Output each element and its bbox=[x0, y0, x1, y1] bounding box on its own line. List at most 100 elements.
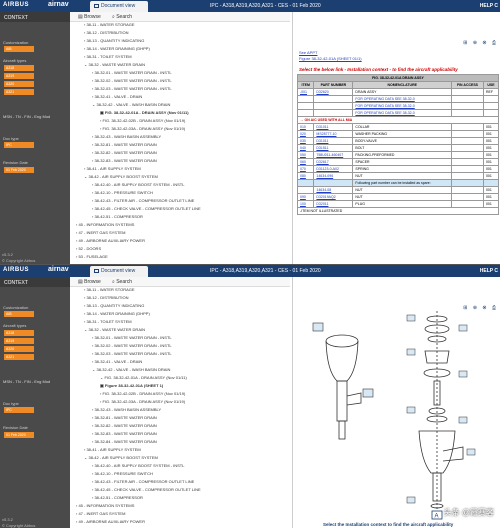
table-cell[interactable]: 100 bbox=[296, 200, 315, 208]
browse-button[interactable]: ▤ Browse bbox=[78, 279, 101, 285]
table-cell[interactable]: 090 bbox=[296, 193, 315, 201]
tree-item[interactable]: › 38-32-81 - WASTE WATER DRAIN bbox=[92, 415, 157, 420]
tree-item[interactable]: › 52 - DOORS bbox=[76, 246, 101, 251]
table-cell[interactable]: 070 bbox=[296, 165, 315, 173]
tree-item[interactable]: › 45 - INFORMATION SYSTEMS bbox=[76, 222, 134, 227]
table-cell[interactable]: -001 bbox=[296, 88, 315, 96]
tree-item[interactable]: › FIG. 38-32-42-02B - DRAIN ASSY (Nov 01… bbox=[100, 391, 185, 396]
filter-line[interactable]: MSN - TN - FIN - Eng Mod bbox=[3, 379, 50, 384]
table-cell[interactable]: 030 bbox=[296, 137, 315, 145]
tree-item[interactable]: › 38-42-43 - FILTER AIR - COMPRESSOR OUT… bbox=[92, 479, 194, 484]
table-cell[interactable]: 758U011-460407 bbox=[313, 151, 354, 159]
tree-item[interactable]: › FIG. 38-32-42-02B - DRAIN ASSY (Nov 01… bbox=[100, 118, 185, 123]
tree-item[interactable]: › 38-32-03 - WASTE WATER DRAIN - INSTL bbox=[92, 86, 172, 91]
tree-item[interactable]: › 38-32-84 - WASTE WATER DRAIN bbox=[92, 439, 157, 444]
table-cell[interactable]: D31511 bbox=[313, 144, 354, 152]
table-cell[interactable]: D32011 bbox=[313, 200, 354, 208]
tab-document-view[interactable]: Document view bbox=[90, 266, 148, 277]
help-button[interactable]: HELP C bbox=[480, 268, 498, 274]
tree-item[interactable]: ⌄ 38-32-42 - VALVE - WASH BASIN DRAIN bbox=[92, 102, 170, 107]
doc-type-value[interactable]: IPC bbox=[4, 407, 34, 413]
tree-item[interactable]: › 38-42-10 - PRESSURE SWITCH bbox=[92, 471, 153, 476]
table-cell[interactable]: 040 bbox=[296, 144, 315, 152]
tree-item[interactable]: › 38-12 - DISTRIBUTION bbox=[84, 30, 128, 35]
tree-item[interactable]: › 38-32-02 - WASTE WATER DRAIN - INSTL bbox=[92, 343, 172, 348]
tree-item[interactable]: › 38-42-45 - CHECK VALVE - COMPRESSOR OU… bbox=[92, 206, 201, 211]
tree-item[interactable]: › 53 - FUSELAGE bbox=[76, 254, 108, 259]
table-cell[interactable]: D31011 bbox=[313, 137, 354, 145]
tree-item[interactable]: › FIG. 38-32-42-03A - DRAIN ASSY (Nov 01… bbox=[100, 399, 185, 404]
doc-type-value[interactable]: IPC bbox=[4, 142, 34, 148]
tree-item[interactable]: › FIG. 38-32-42-03A - DRAIN ASSY (Nov 01… bbox=[100, 126, 185, 131]
table-cell[interactable]: 010 bbox=[296, 123, 315, 131]
table-cell[interactable]: D32019AQ2 bbox=[313, 193, 354, 201]
tree-item[interactable]: ⌄ 38-42 - AIR SUPPLY BOOST SYSTEM bbox=[84, 174, 158, 179]
tree-item[interactable]: › 38-42-51 - COMPRESSOR bbox=[92, 495, 143, 500]
tree-item[interactable]: ⌄ 38-32-42 - VALVE - WASH BASIN DRAIN bbox=[92, 367, 170, 372]
help-button[interactable]: HELP C bbox=[480, 3, 498, 9]
aircraft-type-chip[interactable]: A319 bbox=[4, 338, 34, 344]
tree-item[interactable]: › 38-32-82 - WASTE WATER DRAIN bbox=[92, 150, 157, 155]
tab-document-view[interactable]: Document view bbox=[90, 1, 148, 12]
tree-item[interactable]: ⌄ FIG. 38-32-42-01A - DRAIN ASSY (Nov 01… bbox=[100, 375, 187, 380]
tree-item[interactable]: ▣ Figure 38-32-42-01A (SHEET 1) bbox=[100, 383, 164, 388]
tree-item[interactable]: › 38-31 - TOILET SYSTEM bbox=[84, 54, 132, 59]
aircraft-type-chip[interactable]: A319 bbox=[4, 73, 34, 79]
tree-item[interactable]: › 38-32-83 - WASTE WATER DRAIN bbox=[92, 158, 157, 163]
tree-item[interactable]: › 38-32-43 - WASH BASIN ASSEMBLY bbox=[92, 134, 161, 139]
table-cell[interactable]: D31011 bbox=[313, 123, 354, 131]
search-button[interactable]: ⌕ Search bbox=[112, 14, 132, 20]
figure-link[interactable]: Figure 38-32-42-01A (SHEET 01/1) bbox=[299, 56, 362, 61]
table-cell[interactable]: D31123-0-A02 bbox=[313, 165, 354, 173]
table-cell[interactable]: MS28777-10 bbox=[313, 130, 354, 138]
table-cell[interactable]: 060 bbox=[296, 158, 315, 166]
tree-item[interactable]: ⌄ 38-32 - WASTE WATER DRAIN bbox=[84, 62, 145, 67]
filter-line[interactable]: MSN - TN - FIN - Eng Mod bbox=[3, 114, 50, 119]
tree-item[interactable]: › 38-32-02 - WASTE WATER DRAIN - INSTL bbox=[92, 78, 172, 83]
tree-item[interactable]: › 38-42-43 - FILTER AIR - COMPRESSOR OUT… bbox=[92, 198, 194, 203]
tree-item[interactable]: › 38-32-41 - VALVE - DRAIN bbox=[92, 94, 142, 99]
table-cell[interactable]: 080 bbox=[296, 172, 315, 180]
tree-item[interactable]: › 38-11 - WATER STORAGE bbox=[84, 22, 135, 27]
revision-date-value[interactable]: 01 Feb 2020 bbox=[4, 167, 34, 173]
tree-item[interactable]: › 38-32-03 - WASTE WATER DRAIN - INSTL bbox=[92, 351, 172, 356]
tree-item[interactable]: › 38-42-40 - AIR SUPPLY BOOST SYSTEM - I… bbox=[92, 463, 184, 468]
aircraft-type-chip[interactable]: A320 bbox=[4, 81, 34, 87]
see-appt-link[interactable]: See APPT bbox=[299, 50, 317, 55]
tree-item[interactable]: › 49 - AIRBORNE AUXILIARY POWER bbox=[76, 238, 145, 243]
aircraft-type-chip[interactable]: A318 bbox=[4, 330, 34, 336]
tree-item[interactable]: › 38-14 - WATER DRAINING (DHPP) bbox=[84, 46, 150, 51]
tree-item[interactable]: › 38-13 - QUANTITY INDICATING bbox=[84, 38, 144, 43]
revision-date-value[interactable]: 01 Feb 2020 bbox=[4, 432, 34, 438]
table-cell[interactable]: 050 bbox=[296, 151, 315, 159]
search-button[interactable]: ⌕ Search bbox=[112, 279, 132, 285]
tree-item[interactable]: ⌄ 38-32 - WASTE WATER DRAIN bbox=[84, 327, 145, 332]
table-cell[interactable]: 14634-096 bbox=[313, 172, 354, 180]
tree-item[interactable]: ⌄ 38-42 - AIR SUPPLY BOOST SYSTEM bbox=[84, 455, 158, 460]
table-cell[interactable]: D32620 bbox=[313, 88, 354, 96]
tree-item[interactable]: › 38-42-45 - CHECK VALVE - COMPRESSOR OU… bbox=[92, 487, 201, 492]
customization-value[interactable]: AIB bbox=[4, 46, 34, 52]
tree-item[interactable]: › 45 - INFORMATION SYSTEMS bbox=[76, 503, 134, 508]
table-cell[interactable]: D32617 bbox=[313, 158, 354, 166]
tree-item[interactable]: › 38-13 - QUANTITY INDICATING bbox=[84, 303, 144, 308]
aircraft-type-chip[interactable]: A320 bbox=[4, 346, 34, 352]
tree-item[interactable]: › 38-11 - WATER STORAGE bbox=[84, 287, 135, 292]
aircraft-type-chip[interactable]: A318 bbox=[4, 65, 34, 71]
tree-item[interactable]: › 38-32-82 - WASTE WATER DRAIN bbox=[92, 423, 157, 428]
tree-item[interactable]: › 47 - INERT GAS SYSTEM bbox=[76, 230, 125, 235]
tree-item[interactable]: › 38-32-01 - WASTE WATER DRAIN - INSTL bbox=[92, 70, 172, 75]
browse-button[interactable]: ▤ Browse bbox=[78, 14, 101, 20]
doc-tools[interactable]: ⊞ ⊕ ⊗ ⎙ bbox=[463, 40, 498, 46]
tree-item[interactable]: › 47 - INERT GAS SYSTEM bbox=[76, 511, 125, 516]
tree-item[interactable]: › 38-12 - DISTRIBUTION bbox=[84, 295, 128, 300]
customization-value[interactable]: AIB bbox=[4, 311, 34, 317]
aircraft-type-chip[interactable]: A321 bbox=[4, 354, 34, 360]
tree-item[interactable]: › 38-32-83 - WASTE WATER DRAIN bbox=[92, 431, 157, 436]
tree-item[interactable]: › 49 - AIRBORNE AUXILIARY POWER bbox=[76, 519, 145, 524]
tree-item[interactable]: › 38-32-01 - WASTE WATER DRAIN - INSTL bbox=[92, 335, 172, 340]
tree-item[interactable]: › 38-41 - AIR SUPPLY SYSTEM bbox=[84, 447, 141, 452]
tree-item[interactable]: › 38-14 - WATER DRAINING (DHPP) bbox=[84, 311, 150, 316]
tree-item[interactable]: › 38-31 - TOILET SYSTEM bbox=[84, 319, 132, 324]
table-cell[interactable]: 14634-08 bbox=[313, 186, 354, 194]
